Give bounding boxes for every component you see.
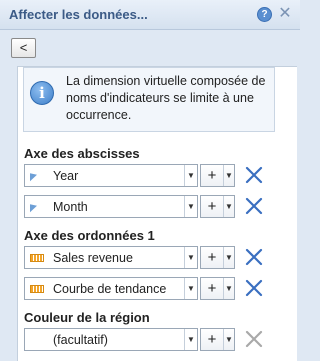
dimension-combo[interactable]: Month ▼ [24, 195, 198, 218]
close-icon[interactable]: ✕ [277, 5, 293, 22]
add-button[interactable]: + ▼ [200, 164, 235, 187]
dimension-icon [30, 200, 37, 213]
section-title-y-axis: Axe des ordonnées 1 [24, 228, 155, 243]
remove-icon-disabled [245, 330, 263, 348]
region-color-combo[interactable]: (facultatif) ▼ [24, 328, 198, 351]
plus-icon[interactable]: + [201, 196, 223, 217]
remove-icon[interactable] [243, 247, 265, 267]
combo-value: (facultatif) [53, 333, 108, 347]
remove-icon[interactable] [243, 278, 265, 298]
info-message: i La dimension virtuelle composée de nom… [23, 67, 275, 132]
measure-combo[interactable]: Sales revenue ▼ [24, 246, 198, 269]
section-title-x-axis: Axe des abscisses [24, 146, 140, 161]
field-row-sales-revenue: Sales revenue ▼ + ▼ [24, 246, 296, 269]
section-title-region-color: Couleur de la région [24, 310, 150, 325]
plus-icon[interactable]: + [201, 247, 223, 268]
chevron-down-icon[interactable]: ▼ [223, 278, 234, 299]
remove-icon[interactable] [243, 196, 265, 216]
back-button[interactable]: < [11, 38, 36, 58]
add-button[interactable]: + ▼ [200, 328, 235, 351]
combo-value: Year [53, 169, 79, 183]
chevron-down-icon[interactable]: ▼ [223, 196, 234, 217]
info-icon: i [30, 81, 54, 105]
add-button[interactable]: + ▼ [200, 195, 235, 218]
chevron-down-icon[interactable]: ▼ [184, 196, 197, 217]
chevron-down-icon[interactable]: ▼ [184, 278, 197, 299]
chevron-down-icon[interactable]: ▼ [223, 165, 234, 186]
chevron-down-icon[interactable]: ▼ [184, 165, 197, 186]
combo-value: Courbe de tendance [53, 282, 167, 296]
chevron-down-icon[interactable]: ▼ [184, 329, 197, 350]
field-row-trendline: Courbe de tendance ▼ + ▼ [24, 277, 296, 300]
chevron-down-icon[interactable]: ▼ [184, 247, 197, 268]
chevron-down-icon[interactable]: ▼ [223, 247, 234, 268]
plus-icon[interactable]: + [201, 329, 223, 350]
field-row-region-color: (facultatif) ▼ + ▼ [24, 328, 296, 351]
combo-value: Month [53, 200, 88, 214]
info-text: La dimension virtuelle composée de noms … [66, 74, 266, 122]
dimension-icon [30, 169, 37, 182]
dialog-title: Affecter les données... [9, 7, 148, 22]
field-row-year: Year ▼ + ▼ [24, 164, 296, 187]
add-button[interactable]: + ▼ [200, 277, 235, 300]
measure-combo[interactable]: Courbe de tendance ▼ [24, 277, 198, 300]
plus-icon[interactable]: + [201, 165, 223, 186]
measure-icon [30, 282, 44, 293]
add-button[interactable]: + ▼ [200, 246, 235, 269]
remove-icon[interactable] [243, 165, 265, 185]
combo-value: Sales revenue [53, 251, 133, 265]
dimension-combo[interactable]: Year ▼ [24, 164, 198, 187]
plus-icon[interactable]: + [201, 278, 223, 299]
chevron-down-icon[interactable]: ▼ [223, 329, 234, 350]
dialog-titlebar: Affecter les données... ? ✕ [0, 0, 300, 30]
help-icon[interactable]: ? [257, 7, 272, 22]
measure-icon [30, 251, 44, 262]
field-row-month: Month ▼ + ▼ [24, 195, 296, 218]
